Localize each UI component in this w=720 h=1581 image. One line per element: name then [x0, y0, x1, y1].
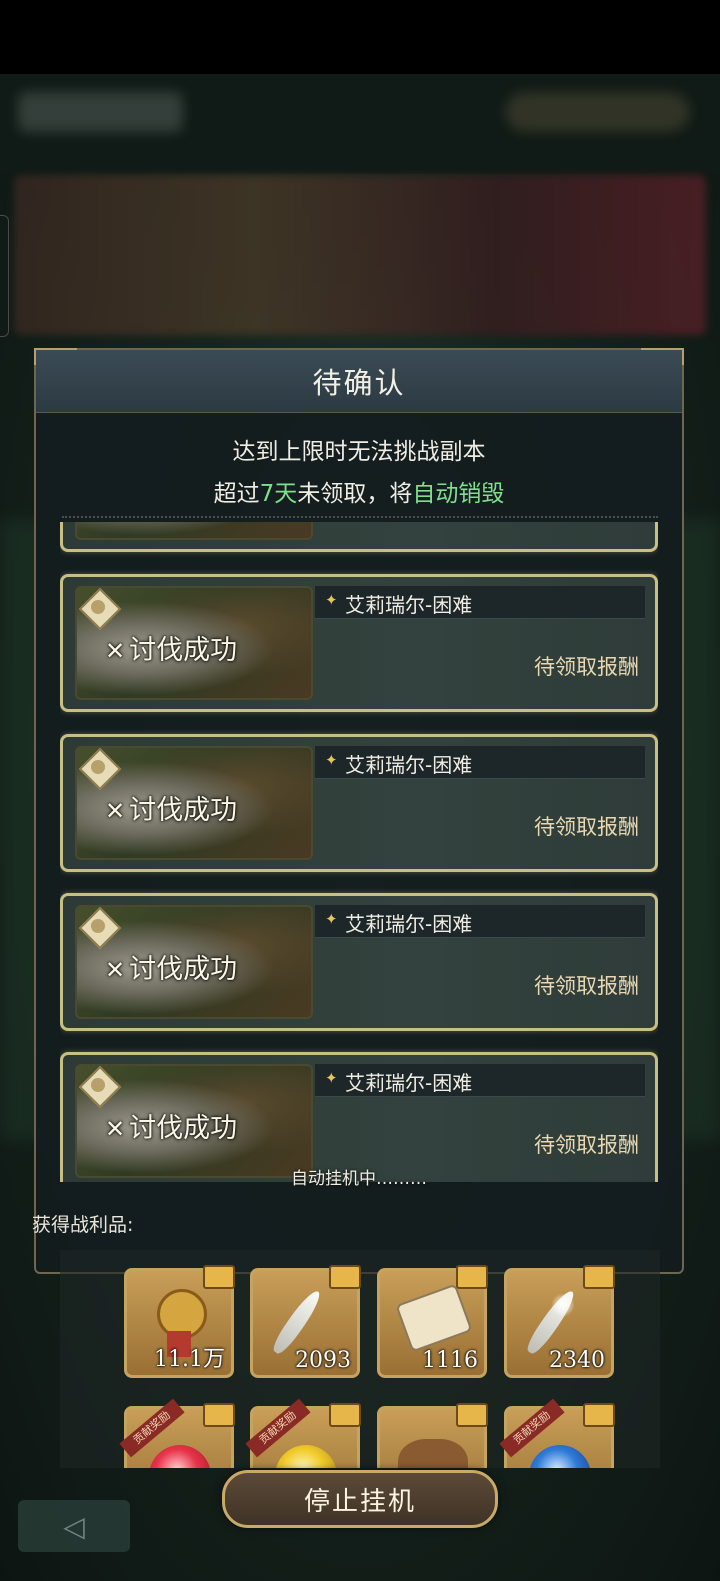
battle-record-list[interactable]: ✕ 讨伐成功 ✦ 艾莉瑞尔-困难 待领取报酬 ✕ 讨伐成功 ✦ 艾莉瑞尔-困难 待领…	[60, 522, 658, 1182]
result-label: ✕ 讨伐成功	[105, 1106, 237, 1145]
expiry-days: 7天	[259, 481, 298, 507]
loot-item[interactable]: 1116	[377, 1265, 488, 1378]
star-icon: ✦	[325, 591, 338, 609]
boss-thumbnail: ✕ 讨伐成功	[75, 746, 313, 860]
scroll-icon	[395, 1283, 473, 1353]
chest-icon	[456, 1265, 488, 1289]
back-button[interactable]: ◁	[18, 1500, 130, 1552]
result-text: 讨伐成功	[129, 635, 238, 666]
dungeon-name: 艾莉瑞尔-困难	[345, 753, 473, 777]
star-icon: ✦	[325, 1069, 338, 1087]
status-bar	[0, 0, 720, 74]
stop-auto-hang-button[interactable]: 停止挂机	[222, 1470, 498, 1528]
star-icon: ✦	[325, 910, 338, 928]
crossed-swords-icon: ✕	[105, 797, 126, 825]
red-orb-icon	[149, 1445, 211, 1468]
dialog-header: 待确认	[36, 350, 682, 413]
battle-record-card[interactable]: ✕ 讨伐成功 ✦ 艾莉瑞尔-困难 待领取报酬	[60, 734, 658, 872]
chest-icon	[203, 1265, 235, 1289]
loot-item[interactable]: 11.1万	[124, 1265, 235, 1378]
battle-record-card[interactable]: ✕ 讨伐成功 ✦ 艾莉瑞尔-困难 待领取报酬	[60, 574, 658, 712]
pending-confirm-dialog: 待确认 达到上限时无法挑战副本 超过7天未领取，将自动销毁 ✕ 讨伐成功 ✦ 艾莉…	[34, 348, 684, 1274]
result-text: 讨伐成功	[129, 1113, 238, 1144]
reward-status: 待领取报酬	[534, 1133, 639, 1157]
crossed-swords-icon: ✕	[105, 1115, 126, 1143]
limit-notice: 达到上限时无法挑战副本	[232, 439, 486, 465]
result-label: ✕ 讨伐成功	[105, 788, 237, 827]
boss-thumbnail	[75, 522, 313, 540]
loot-item[interactable]: 贡献奖励	[119, 1398, 235, 1468]
reward-status: 待领取报酬	[534, 655, 639, 679]
badge-dot-icon	[91, 1078, 105, 1092]
reward-status: 待领取报酬	[534, 974, 639, 998]
boss-thumbnail: ✕ 讨伐成功	[75, 905, 313, 1019]
loot-quantity: 1116	[422, 1348, 478, 1373]
chest-icon	[203, 1403, 235, 1427]
background-banner	[14, 175, 706, 335]
side-tab[interactable]	[0, 215, 9, 337]
reward-status: 待领取报酬	[534, 815, 639, 839]
sparkle-icon	[551, 1293, 575, 1317]
expiry-notice: 超过7天未领取，将自动销毁	[36, 474, 682, 508]
crossed-swords-icon: ✕	[105, 637, 126, 665]
badge-dot-icon	[91, 919, 105, 933]
background-currency-blur	[505, 92, 690, 132]
dungeon-name: 艾莉瑞尔-困难	[345, 593, 473, 617]
boss-thumbnail: ✕ 讨伐成功	[75, 1064, 313, 1178]
result-label: ✕ 讨伐成功	[105, 947, 237, 986]
feather-icon	[269, 1287, 325, 1357]
loot-item[interactable]: 贡献奖励	[499, 1398, 615, 1468]
dungeon-name: 艾莉瑞尔-困难	[345, 912, 473, 936]
result-text: 讨伐成功	[129, 795, 238, 826]
badge-dot-icon	[91, 600, 105, 614]
star-icon: ✦	[325, 751, 338, 769]
chest-icon	[329, 1265, 361, 1289]
chest-icon	[583, 1265, 615, 1289]
result-text: 讨伐成功	[129, 954, 238, 985]
divider	[62, 516, 658, 518]
back-arrow-icon: ◁	[63, 1509, 85, 1543]
dungeon-name: 艾莉瑞尔-困难	[345, 1071, 473, 1095]
chest-icon	[329, 1403, 361, 1427]
battle-record-card-partial[interactable]	[60, 522, 658, 552]
expiry-action: 自动销毁	[412, 481, 505, 507]
blue-orb-icon	[529, 1445, 591, 1468]
loot-quantity: 11.1万	[154, 1347, 225, 1372]
result-label: ✕ 讨伐成功	[105, 628, 237, 667]
loot-item[interactable]	[377, 1403, 488, 1468]
loot-item[interactable]: 2093	[250, 1265, 361, 1378]
chest-icon	[456, 1403, 488, 1427]
loot-grid[interactable]: 11.1万 2093 1116 2340 贡献奖励 贡献奖励 贡献奖励	[60, 1250, 660, 1468]
battle-record-card[interactable]: ✕ 讨伐成功 ✦ 艾莉瑞尔-困难 待领取报酬	[60, 1052, 658, 1182]
expiry-middle: 未领取，将	[297, 481, 413, 507]
expiry-prefix: 超过	[213, 481, 260, 507]
chest-icon	[583, 1403, 615, 1427]
loot-item[interactable]: 2340	[504, 1265, 615, 1378]
dialog-title: 待确认	[312, 366, 406, 400]
boss-thumbnail: ✕ 讨伐成功	[75, 586, 313, 700]
loot-item[interactable]: 贡献奖励	[245, 1398, 361, 1468]
loot-label: 获得战利品:	[32, 1214, 134, 1236]
yellow-orb-icon	[275, 1445, 337, 1468]
background-title-blur	[18, 92, 183, 132]
loot-quantity: 2340	[549, 1348, 605, 1373]
battle-record-card[interactable]: ✕ 讨伐成功 ✦ 艾莉瑞尔-困难 待领取报酬	[60, 893, 658, 1031]
loot-quantity: 2093	[295, 1348, 351, 1373]
cookie-basket-icon	[398, 1439, 468, 1468]
stop-button-label: 停止挂机	[303, 1486, 416, 1517]
auto-hang-status: 自动挂机中………	[291, 1169, 427, 1189]
crossed-swords-icon: ✕	[105, 956, 126, 984]
badge-dot-icon	[91, 760, 105, 774]
